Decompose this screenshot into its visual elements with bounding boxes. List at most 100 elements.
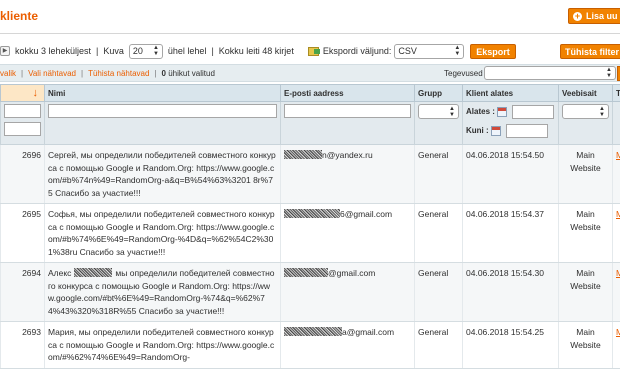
filter-row: ▲ ▼ Alates : Kuni : ▲ ▼	[0, 101, 620, 145]
email-cell: @gmail.com	[280, 262, 415, 322]
since-column-header[interactable]: Klient alates	[462, 84, 559, 102]
pager-separator: |	[96, 46, 99, 56]
per-page-suffix: ühel lehel	[167, 46, 207, 56]
page-title: kliente	[0, 9, 39, 23]
select-arrows-icon: ▲ ▼	[449, 105, 455, 118]
header-divider	[0, 33, 620, 34]
name-filter-input[interactable]	[48, 104, 277, 118]
website-cell: Main Website	[558, 203, 613, 263]
since-filter-cell: Alates : Kuni :	[462, 101, 559, 145]
group-cell: General	[414, 262, 463, 322]
export-format-select[interactable]: CSV ▲ ▼	[394, 43, 465, 59]
website-column-header[interactable]: Veebisait	[558, 84, 613, 102]
since-cell: 04.06.2018 15:54.50	[462, 144, 559, 204]
pager: ▶ kokku 3 leheküljest | Kuva 20 ▲ ▼ ühel …	[0, 42, 465, 60]
email-cell: a@gmail.com	[280, 321, 415, 369]
name-prefix: Алекс	[48, 268, 72, 278]
website-cell: Main Website	[558, 144, 613, 204]
calendar-icon[interactable]	[490, 125, 501, 136]
selected-count: 0	[161, 68, 166, 78]
email-text: 6@gmail.com	[340, 209, 393, 219]
redacted-email-icon	[284, 268, 328, 277]
id-column-header[interactable]: ↓	[0, 84, 45, 102]
edit-link[interactable]: M	[612, 321, 620, 369]
name-text: Софья, мы определили победителей совмест…	[48, 209, 275, 257]
grid-header-row: ↓ Nimi E-posti aadress Grupp Klient alat…	[0, 84, 620, 102]
from-label: Alates :	[466, 107, 495, 116]
customer-grid: ↓ Nimi E-posti aadress Grupp Klient alat…	[0, 84, 620, 369]
name-text: Сергей, мы определили победителей совмес…	[48, 150, 276, 198]
name-cell: Мария, мы определили победителей совмест…	[44, 321, 281, 369]
pager-separator: |	[211, 46, 214, 56]
name-column-header[interactable]: Nimi	[44, 84, 281, 102]
id-filter-cell	[0, 101, 45, 145]
name-text: Мария, мы определили победителей совмест…	[48, 327, 275, 362]
since-to-input[interactable]	[505, 123, 548, 138]
edit-link[interactable]: M	[612, 144, 620, 204]
edit-link[interactable]: M	[612, 262, 620, 322]
massaction-separator: |	[80, 68, 84, 78]
select-arrows-icon: ▲ ▼	[606, 67, 612, 79]
website-filter-select[interactable]: ▲ ▼	[562, 104, 609, 119]
records-found-text: Kokku leiti 48 kirjet	[218, 46, 294, 56]
group-filter-select[interactable]: ▲ ▼	[418, 104, 459, 119]
table-row[interactable]: 2695 Софья, мы определили победителей со…	[0, 203, 620, 263]
email-text: a@gmail.com	[342, 327, 395, 337]
per-page-select[interactable]: 20 ▲ ▼	[128, 43, 163, 59]
select-arrows-icon: ▲ ▼	[599, 105, 605, 118]
select-all-link[interactable]: valik	[0, 69, 16, 78]
table-row[interactable]: 2694 Алекс мы определили победителей совм…	[0, 262, 620, 322]
add-customer-button[interactable]: + Lisa uu	[568, 8, 620, 24]
since-cell: 04.06.2018 15:54.25	[462, 321, 559, 369]
email-text: n@yandex.ru	[322, 150, 373, 160]
since-to-row: Kuni :	[466, 123, 555, 138]
since-cell: 04.06.2018 15:54.37	[462, 203, 559, 263]
reset-filter-button[interactable]: Tühista filter	[560, 44, 620, 59]
next-page-icon[interactable]: ▶	[0, 46, 10, 56]
id-cell: 2693	[0, 321, 45, 369]
group-filter-cell: ▲ ▼	[414, 101, 463, 145]
to-label: Kuni :	[466, 126, 489, 135]
group-cell: General	[414, 203, 463, 263]
redacted-email-icon	[284, 209, 340, 218]
name-cell: Алекс мы определили победителей совместно…	[44, 262, 281, 322]
table-row[interactable]: 2696 Сергей, мы определили победителей с…	[0, 144, 620, 204]
website-cell: Main Website	[558, 321, 613, 369]
since-from-row: Alates :	[466, 104, 555, 119]
redacted-name-icon	[74, 268, 113, 277]
table-row[interactable]: 2693 Мария, мы определили победителей со…	[0, 321, 620, 369]
edit-link[interactable]: M	[612, 203, 620, 263]
unselect-visible-link[interactable]: Tühista nähtavad	[88, 69, 149, 78]
email-cell: n@yandex.ru	[280, 144, 415, 204]
per-page-value: 20	[132, 46, 143, 56]
since-cell: 04.06.2018 15:54.30	[462, 262, 559, 322]
name-cell: Софья, мы определили победителей совмест…	[44, 203, 281, 263]
selected-label: ühikut valitud	[168, 68, 215, 78]
select-arrows-icon: ▲ ▼	[454, 45, 461, 57]
calendar-icon[interactable]	[496, 106, 507, 117]
id-to-input[interactable]	[4, 122, 41, 136]
group-cell: General	[414, 144, 463, 204]
id-from-input[interactable]	[4, 104, 41, 118]
export-format-value: CSV	[398, 46, 417, 56]
website-cell: Main Website	[558, 262, 613, 322]
since-from-input[interactable]	[511, 104, 554, 119]
select-visible-link[interactable]: Vali nähtavad	[28, 69, 76, 78]
massaction-separator: |	[154, 68, 157, 78]
redacted-email-icon	[284, 327, 342, 336]
name-filter-cell	[44, 101, 281, 145]
actions-select[interactable]: ▲ ▼	[484, 66, 616, 80]
actions-label: Tegevused	[444, 69, 483, 78]
redacted-email-icon	[284, 150, 322, 159]
email-column-header[interactable]: E-posti aadress	[280, 84, 415, 102]
email-cell: 6@gmail.com	[280, 203, 415, 263]
pages-total-text: kokku 3 leheküljest	[15, 46, 92, 56]
group-column-header[interactable]: Grupp	[414, 84, 463, 102]
email-filter-input[interactable]	[284, 104, 411, 118]
website-filter-cell: ▲ ▼	[558, 101, 613, 145]
export-button[interactable]: Eksport	[470, 44, 516, 59]
id-cell: 2695	[0, 203, 45, 263]
action-filter-cell	[612, 101, 620, 145]
email-filter-cell	[280, 101, 415, 145]
add-customer-label: Lisa uu	[586, 11, 618, 21]
